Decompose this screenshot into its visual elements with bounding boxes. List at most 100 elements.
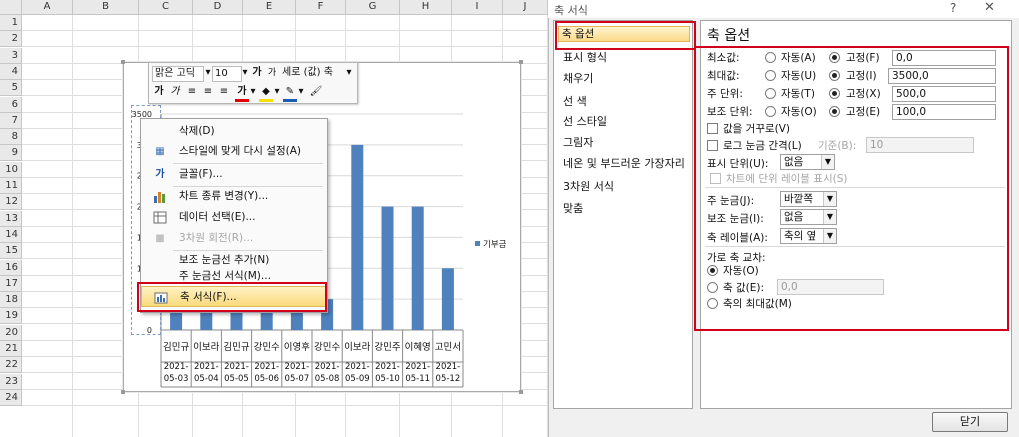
x-category-date-year: 2021- — [224, 362, 249, 372]
nav-item-label: 그림자 — [563, 136, 594, 149]
chevron-down-icon[interactable]: ▾ — [345, 66, 353, 80]
chart-element-value: 세로 (값) 축 — [282, 67, 333, 78]
align-left-icon[interactable]: ≡ — [185, 85, 199, 99]
menu-item-add-minor-gridlines[interactable]: 보조 눈금선 추가(N) — [141, 250, 327, 271]
chevron-down-icon[interactable]: ▾ — [205, 66, 211, 80]
x-category-date-year: 2021- — [164, 362, 189, 372]
row-header[interactable]: 6 — [0, 96, 22, 113]
menu-item-change-chart-type[interactable]: 차트 종류 변경(Y)... — [141, 186, 327, 207]
align-center-icon[interactable]: ≡ — [201, 85, 215, 99]
chevron-down-icon[interactable]: ▾ — [298, 85, 304, 99]
column-header[interactable]: E — [243, 0, 296, 15]
highlight-box — [137, 282, 327, 312]
row-header[interactable]: 9 — [0, 145, 22, 162]
column-header[interactable]: C — [139, 0, 193, 15]
nav-item-label: 선 스타일 — [563, 115, 607, 128]
x-category-date-day: 05-08 — [315, 374, 340, 384]
chevron-down-icon[interactable]: ▾ — [250, 85, 256, 99]
x-category-name: 김민규 — [223, 341, 249, 353]
menu-item-label: 보조 눈금선 추가(N) — [179, 254, 270, 266]
row-header[interactable]: 3 — [0, 47, 22, 64]
row-header[interactable]: 8 — [0, 129, 22, 146]
row-header[interactable]: 16 — [0, 259, 22, 276]
column-header[interactable]: G — [346, 0, 400, 15]
font-name-box[interactable]: 맑은 고딕 — [152, 66, 204, 82]
nav-item-label: 맞춤 — [563, 202, 584, 215]
row-header[interactable]: 12 — [0, 194, 22, 211]
menu-item-reset-style[interactable]: ▦ 스타일에 맞게 다시 설정(A) — [141, 141, 327, 162]
menu-item-font[interactable]: 가 글꼴(F)... — [141, 164, 327, 185]
row-header[interactable]: 1 — [0, 15, 22, 31]
font-color-button[interactable]: 가 — [235, 85, 249, 102]
nav-item-line-color[interactable]: 선 색 — [558, 91, 690, 112]
menu-item-label: 스타일에 맞게 다시 설정(A) — [179, 145, 301, 157]
row-header[interactable]: 11 — [0, 178, 22, 194]
menu-item-select-data[interactable]: 데이터 선택(E)... — [141, 207, 327, 228]
chart-element-select[interactable]: 세로 (값) 축 — [280, 66, 342, 82]
highlight-box — [694, 46, 1009, 331]
nav-item-number[interactable]: 표시 형식 — [558, 47, 690, 68]
x-category-name: 이보라 — [193, 342, 219, 353]
help-button[interactable]: ? — [950, 1, 956, 15]
nav-item-alignment[interactable]: 맞춤 — [558, 198, 690, 219]
row-header[interactable]: 22 — [0, 357, 22, 374]
menu-item-delete[interactable]: 삭제(D) — [141, 121, 327, 142]
align-right-icon[interactable]: ≡ — [217, 85, 231, 99]
column-header[interactable]: F — [296, 0, 346, 15]
row-header[interactable]: 23 — [0, 373, 22, 390]
grid-line — [22, 46, 548, 48]
menu-item-format-major-gridlines[interactable]: 주 눈금선 서식(M)... — [141, 269, 327, 283]
close-icon[interactable]: ✕ — [984, 0, 995, 15]
fill-color-icon[interactable]: ◆ — [259, 85, 273, 102]
row-header[interactable]: 21 — [0, 341, 22, 357]
row-header[interactable]: 19 — [0, 308, 22, 325]
x-category-name: 강민주 — [374, 342, 400, 353]
row-header[interactable]: 2 — [0, 31, 22, 48]
nav-item-3d-format[interactable]: 3차원 서식 — [558, 176, 690, 197]
mini-toolbar: 맑은 고딕 ▾ 10 ▾ 가 가 세로 (값) 축 ▾ 가 가 ≡ ≡ ≡ 가 … — [148, 62, 358, 104]
nav-item-fill[interactable]: 채우기 — [558, 68, 690, 89]
chevron-down-icon[interactable]: ▾ — [274, 85, 280, 99]
column-header[interactable]: D — [193, 0, 243, 15]
select-all-corner[interactable] — [0, 0, 22, 15]
italic-button[interactable]: 가 — [168, 85, 182, 99]
column-header[interactable]: B — [73, 0, 139, 15]
x-category-name: 강민수 — [314, 342, 340, 353]
chevron-down-icon[interactable]: ▾ — [242, 66, 248, 80]
row-header[interactable]: 15 — [0, 243, 22, 260]
column-header[interactable]: H — [400, 0, 452, 15]
row-header[interactable]: 17 — [0, 275, 22, 292]
row-header[interactable]: 4 — [0, 63, 22, 80]
row-header[interactable]: 13 — [0, 210, 22, 227]
grow-font-button[interactable]: 가 — [250, 66, 264, 80]
nav-item-shadow[interactable]: 그림자 — [558, 132, 690, 153]
close-button[interactable]: 닫기 — [932, 412, 1008, 432]
delete-icon — [153, 125, 167, 138]
nav-item-glow[interactable]: 네온 및 부드러운 가장자리 — [558, 153, 690, 174]
nav-item-line-style[interactable]: 선 스타일 — [558, 111, 690, 132]
column-header[interactable]: A — [22, 0, 73, 15]
line-color-icon[interactable]: ✎ — [283, 85, 297, 102]
nav-item-label: 선 색 — [563, 95, 587, 108]
format-painter-icon[interactable]: 🖌 — [309, 85, 323, 99]
font-size-box[interactable]: 10 — [212, 66, 242, 82]
row-header[interactable]: 7 — [0, 112, 22, 129]
nav-item-label: 네온 및 부드러운 가장자리 — [563, 157, 685, 170]
row-header[interactable]: 18 — [0, 292, 22, 309]
bold-button[interactable]: 가 — [152, 85, 166, 99]
row-header[interactable]: 24 — [0, 389, 22, 406]
column-header[interactable]: I — [452, 0, 503, 15]
row-header[interactable]: 5 — [0, 80, 22, 97]
shrink-font-button[interactable]: 가 — [265, 66, 279, 80]
x-category-date-day: 05-12 — [436, 374, 461, 384]
row-header[interactable]: 20 — [0, 324, 22, 341]
row-header[interactable]: 10 — [0, 161, 22, 178]
x-category-date-day: 05-07 — [285, 374, 310, 384]
font-icon: 가 — [155, 169, 165, 180]
x-category-date-year: 2021- — [375, 362, 400, 372]
nav-item-label: 표시 형식 — [563, 51, 607, 64]
column-header[interactable]: J — [503, 0, 548, 15]
menu-item-label: 3차원 회전(R)... — [179, 232, 254, 244]
menu-item-3d-rotation[interactable]: ■ 3차원 회전(R)... — [141, 228, 327, 249]
row-header[interactable]: 14 — [0, 226, 22, 243]
